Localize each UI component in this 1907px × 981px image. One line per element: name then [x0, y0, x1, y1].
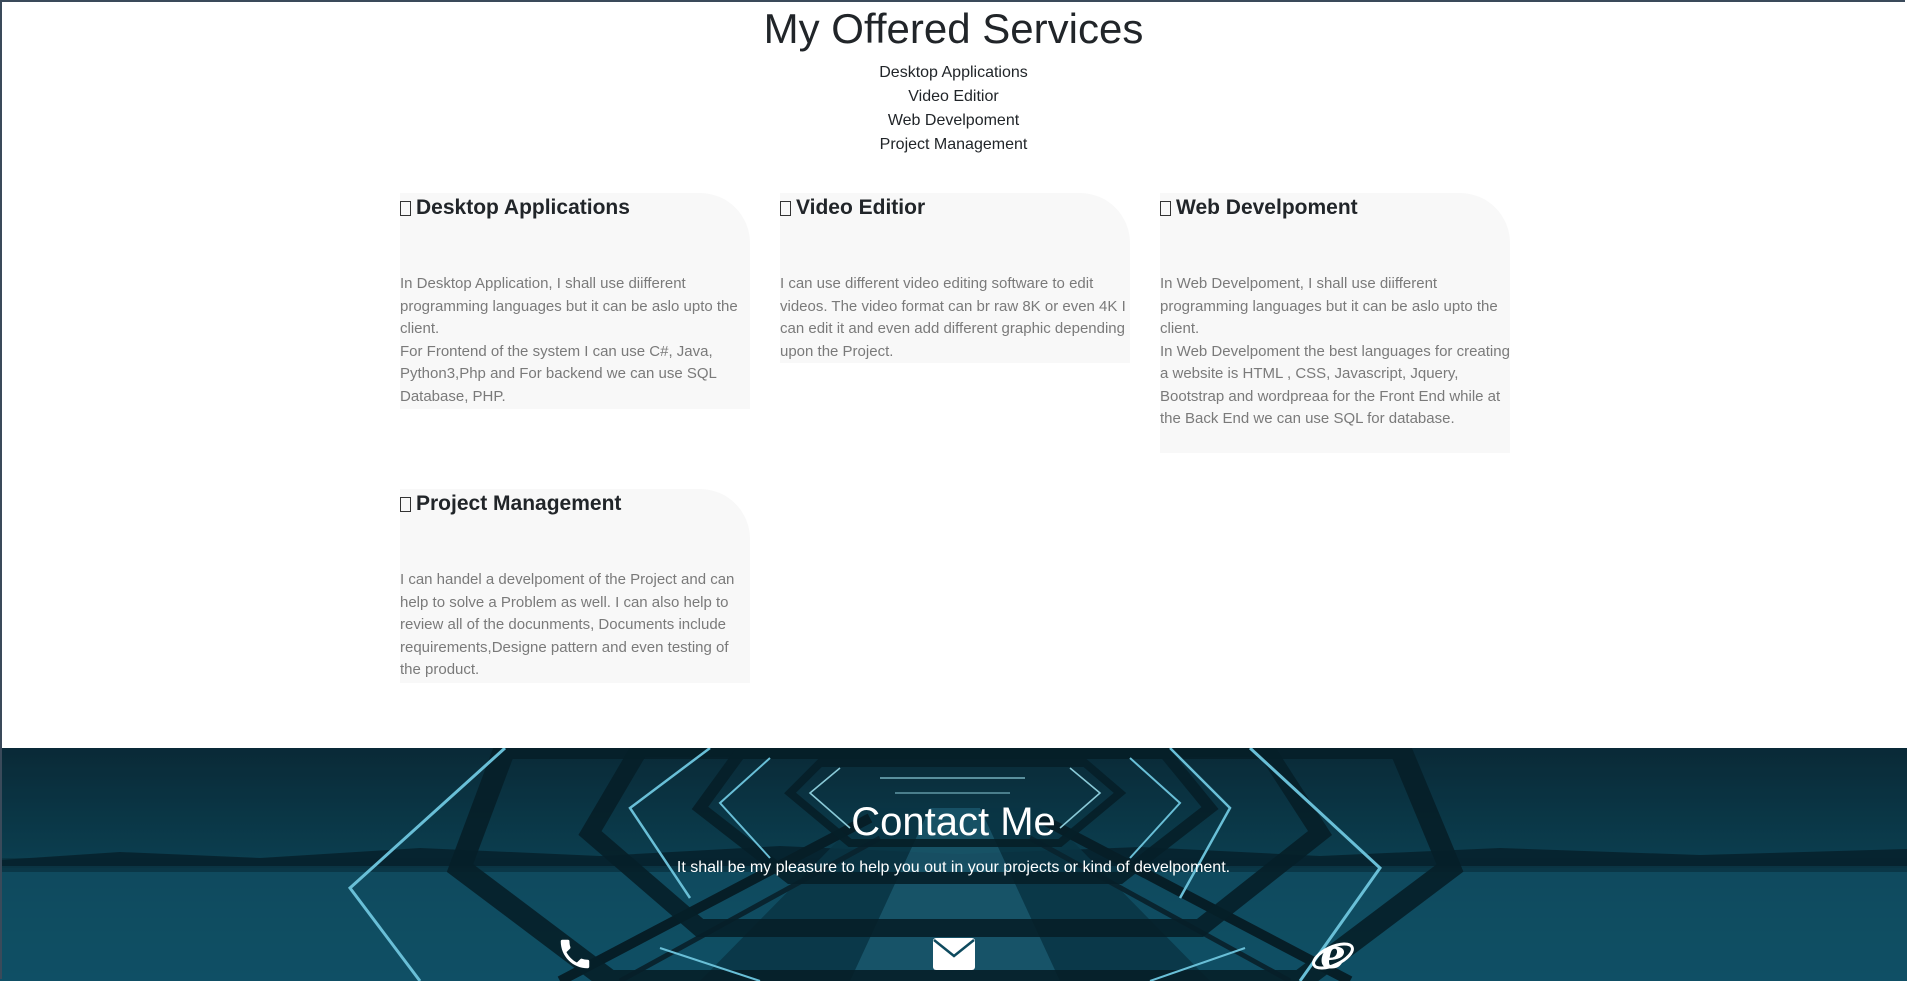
- phone-icon-glyph: [560, 939, 590, 969]
- internet-explorer-icon-glyph: e: [1312, 934, 1354, 974]
- card-title: Desktop Applications: [416, 196, 630, 219]
- card-body: I can handel a develpoment of the Projec…: [400, 569, 750, 682]
- contact-title: Contact Me: [851, 800, 1056, 844]
- square-icon: [1160, 200, 1171, 216]
- card-header: Project Management: [400, 489, 621, 519]
- card-paragraph: For Frontend of the system I can use C#,…: [400, 342, 717, 405]
- card-paragraph: In Web Develpoment, I shall use diiffere…: [1160, 275, 1498, 337]
- services-list-item: Desktop Applications: [879, 64, 1028, 81]
- square-icon: [780, 200, 791, 216]
- services-list-item: Video Editior: [908, 88, 999, 105]
- card-header: Desktop Applications: [400, 193, 630, 223]
- square-icon: [400, 496, 411, 512]
- square-icon: [400, 200, 411, 216]
- card-paragraph: I can handel a develpoment of the Projec…: [400, 571, 735, 678]
- service-card-project: Project Management I can handel a develp…: [400, 489, 750, 683]
- service-card-video: Video Editior I can use different video …: [780, 193, 1130, 363]
- services-title: My Offered Services: [763, 5, 1144, 52]
- card-title: Web Develpoment: [1176, 196, 1358, 219]
- card-paragraph: In Web Develpoment the best languages fo…: [1160, 342, 1510, 428]
- services-list: Desktop Applications Video Editior Web D…: [0, 61, 1907, 157]
- phone-icon[interactable]: [553, 934, 597, 974]
- card-body: In Web Develpoment, I shall use diiffere…: [1160, 273, 1510, 431]
- service-card-web: Web Develpoment In Web Develpoment, I sh…: [1160, 193, 1510, 453]
- contact-subtitle: It shall be my pleasure to help you out …: [676, 859, 1231, 876]
- service-card-desktop: Desktop Applications In Desktop Applicat…: [400, 193, 750, 409]
- card-paragraph: I can use different video editing softwa…: [780, 275, 1126, 360]
- card-body: In Desktop Application, I shall use diif…: [400, 273, 750, 408]
- services-section: My Offered Services Desktop Applications…: [0, 0, 1907, 748]
- internet-explorer-icon[interactable]: e: [1311, 934, 1355, 974]
- card-header: Video Editior: [780, 193, 925, 223]
- card-title: Project Management: [416, 492, 622, 515]
- card-title: Video Editior: [796, 196, 926, 219]
- contact-section: Contact Me It shall be my pleasure to he…: [0, 748, 1907, 981]
- envelope-icon[interactable]: [932, 934, 976, 974]
- services-list-item: Web Develpoment: [887, 112, 1020, 129]
- envelope-icon-glyph: [933, 938, 975, 970]
- card-body: I can use different video editing softwa…: [780, 273, 1130, 363]
- services-list-item: Project Management: [879, 136, 1028, 153]
- card-header: Web Develpoment: [1160, 193, 1358, 223]
- card-paragraph: In Desktop Application, I shall use diif…: [400, 275, 738, 337]
